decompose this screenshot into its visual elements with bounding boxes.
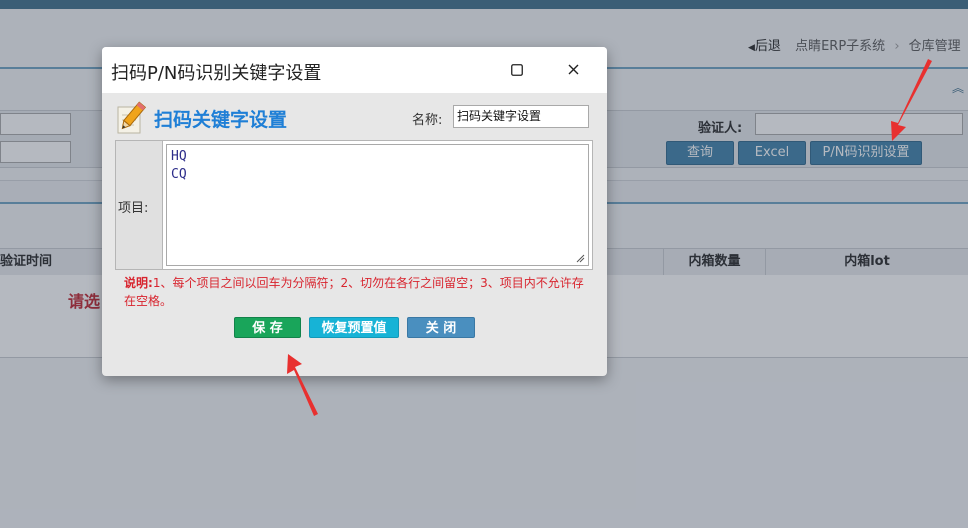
dialog-titlebar: 扫码P/N码识别关键字设置 — [102, 47, 607, 93]
annotation-arrow-bottom-icon — [287, 354, 318, 416]
close-icon — [568, 64, 578, 75]
name-input[interactable]: 扫码关键字设置 — [453, 105, 589, 128]
instructions-note: 说明:1、每个项目之间以回车为分隔符；2、切勿在各行之间留空；3、项目内不允许存… — [124, 274, 586, 310]
annotation-arrow-top-icon — [891, 59, 932, 141]
close-button[interactable]: 关 闭 — [407, 317, 475, 338]
dialog-heading: 扫码关键字设置 — [154, 109, 288, 131]
items-textarea[interactable]: HQ CQ — [166, 144, 589, 266]
keyword-dialog: 扫码P/N码识别关键字设置 扫码关键字设置 名称: 扫码关键字设置 项目: HQ… — [102, 47, 607, 376]
note-text: 1、每个项目之间以回车为分隔符；2、切勿在各行之间留空；3、项目内不允许存在空格… — [124, 276, 584, 308]
pencil-icon — [117, 101, 147, 134]
name-label: 名称: — [412, 113, 443, 128]
item-label-cell: 项目: — [116, 141, 163, 269]
items-frame: 项目: HQ CQ — [115, 140, 593, 270]
item-label: 项目: — [118, 201, 149, 216]
maximize-button[interactable] — [504, 57, 530, 83]
restore-defaults-button[interactable]: 恢复预置值 — [309, 317, 399, 338]
note-prefix: 说明: — [124, 276, 153, 290]
close-x-button[interactable] — [560, 57, 586, 83]
maximize-icon — [511, 64, 523, 76]
dialog-title: 扫码P/N码识别关键字设置 — [111, 63, 322, 84]
resize-grip-icon[interactable] — [575, 253, 585, 263]
save-button[interactable]: 保 存 — [234, 317, 301, 338]
